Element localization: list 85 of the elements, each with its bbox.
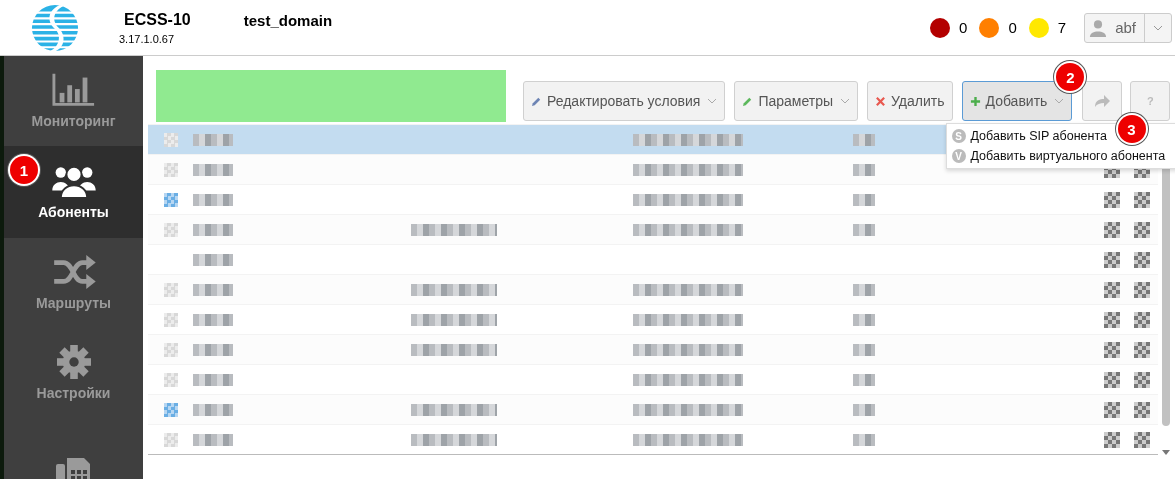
blurred-icon [1134,431,1150,448]
blurred-icon [163,342,178,357]
forward-button[interactable] [1082,81,1123,121]
blurred-text [853,133,875,146]
blurred-icon [163,222,178,237]
blurred-text [853,193,875,206]
blurred-icon [1104,431,1120,448]
blurred-icon [1134,191,1150,208]
shuffle-icon [51,255,96,289]
annotation-badge: 1 [10,156,38,184]
pencil-icon [742,95,754,107]
blurred-icon [1134,341,1150,358]
blurred-icon [163,432,178,447]
users-icon [51,164,96,198]
blurred-text [193,253,233,266]
blurred-icon [163,312,178,327]
blurred-icon [1134,221,1150,238]
blurred-icon [163,162,178,177]
blurred-text [853,223,875,236]
blurred-text [193,313,233,326]
blurred-text [853,433,875,446]
blurred-icon [163,192,178,207]
annotation-badge: 3 [1117,115,1146,143]
blurred-icon [1134,251,1150,268]
close-icon [875,95,887,107]
plus-icon [969,95,981,107]
blurred-icon [163,372,178,387]
toolbar-button[interactable]: Удалить [867,81,953,121]
blurred-icon [1104,221,1120,238]
blurred-icon [1104,251,1120,268]
menu-item[interactable]: V Добавить виртуального абонента [946,146,1171,166]
alarm-count: 0 [1008,19,1017,36]
domain-name: test_domain [243,12,333,29]
blurred-icon [1134,311,1150,328]
blurred-text [853,343,875,356]
sidebar-item[interactable]: Мониторинг [4,56,143,146]
blurred-text [193,403,233,416]
blurred-icon [1104,191,1120,208]
blurred-icon [163,402,178,417]
blurred-text [853,283,875,296]
toolbar-button[interactable]: Редактировать условия [523,81,726,121]
blurred-icon [163,282,178,297]
forward-arrow-icon [1094,95,1111,107]
pencil-icon [531,95,542,107]
blurred-icon [1134,281,1150,298]
blurred-icon [1104,371,1120,388]
caret-icon [707,98,718,104]
blurred-icon [1134,401,1150,418]
sidebar-item[interactable]: Настройки [4,328,143,418]
blurred-text [193,223,233,236]
annotation-badge: 2 [1056,63,1085,91]
caret-icon [840,98,851,104]
caret-icon [1054,98,1065,104]
sidebar-item[interactable]: Маршруты [4,238,143,328]
blurred-icon [1104,281,1120,298]
sidebar-item[interactable]: Абоненты 1 [4,146,143,238]
blurred-text [193,163,233,176]
letter-icon: S [951,129,966,143]
blurred-icon [1104,341,1120,358]
toolbar-button[interactable]: Параметры [734,81,859,121]
blurred-text [193,193,233,206]
logo-icon [31,3,79,52]
blurred-text [853,403,875,416]
alarm-count: 7 [1057,19,1067,36]
blurred-icon [1134,371,1150,388]
product-name: ECSS-10 [124,10,191,29]
blurred-icon [1104,401,1120,418]
blurred-text [193,343,233,356]
blurred-text [193,133,233,146]
letter-icon: V [951,149,966,163]
user-icon [1089,17,1108,38]
blurred-text [193,283,233,296]
bar-chart-icon [51,73,96,107]
menu-item[interactable]: S Добавить SIP абонента [946,126,1112,146]
user-button[interactable]: abf [1084,12,1172,43]
blurred-text [193,373,233,386]
blurred-icon [1104,311,1120,328]
version-label: 3.17.1.0.67 [119,32,176,45]
blurred-text [853,373,875,386]
blurred-icon [163,132,178,147]
alarm-count: 0 [959,19,968,36]
blurred-text [853,163,875,176]
blurred-text [853,313,875,326]
scroll-down-icon [1162,450,1170,455]
blurred-text [193,433,233,446]
